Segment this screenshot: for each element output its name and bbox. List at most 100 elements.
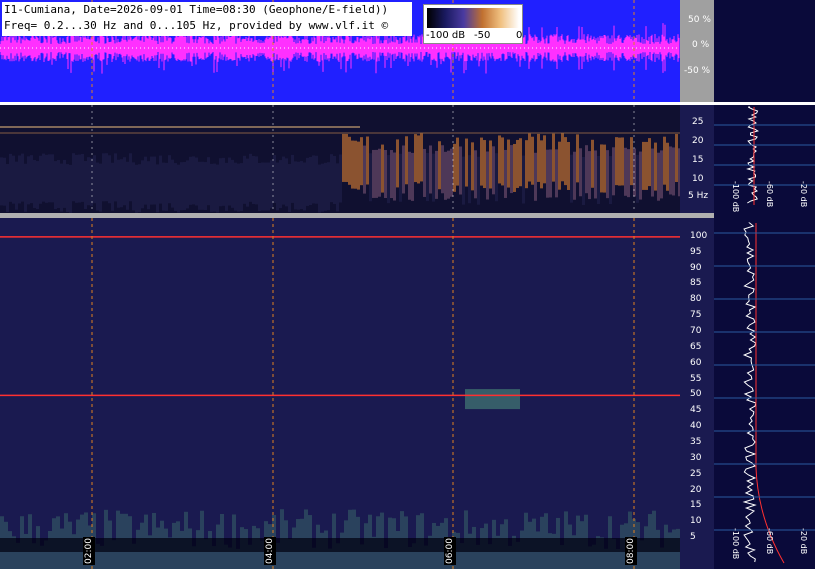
lf-band <box>195 157 198 206</box>
lf-band <box>540 140 543 189</box>
lf-band <box>93 155 96 204</box>
lf-band <box>276 162 279 211</box>
lf-band <box>546 149 549 198</box>
color-scale-label-max: 0 <box>516 30 523 41</box>
lf-band <box>75 154 78 203</box>
main-tick-50: 50 <box>690 389 702 400</box>
lf-tick-20: 20 <box>692 136 704 146</box>
lf-band <box>465 138 468 187</box>
lf-band <box>300 161 303 210</box>
main-tick-35: 35 <box>690 437 702 447</box>
main-side-tick-2: -60 dB <box>765 528 774 555</box>
lf-band <box>393 152 396 201</box>
lf-band <box>198 161 201 210</box>
lf-band <box>315 155 318 204</box>
lf-band <box>561 133 564 182</box>
lf-band <box>192 156 195 205</box>
lf-band <box>342 133 345 182</box>
lf-band <box>189 156 192 205</box>
lf-band <box>525 140 528 189</box>
lf-band <box>420 133 423 182</box>
main-tick-95: 95 <box>690 246 702 257</box>
lf-band <box>228 157 231 206</box>
lf-side-tick-2: -60 dB <box>765 181 774 208</box>
main-tick-60: 60 <box>690 357 702 368</box>
main-tick-75: 75 <box>690 310 702 321</box>
wave-tick-50: 50 % <box>688 15 711 25</box>
color-scale-label-mid: -50 <box>474 30 491 41</box>
lf-band <box>312 155 315 204</box>
lf-band <box>648 138 651 187</box>
lf-band <box>21 153 24 202</box>
lf-band <box>591 139 594 188</box>
lf-band <box>534 152 537 201</box>
lf-band <box>147 161 150 210</box>
lf-band <box>411 152 414 201</box>
main-tick-10: 10 <box>690 516 702 527</box>
main-tick-25: 25 <box>690 468 702 479</box>
lf-band <box>672 147 675 196</box>
lf-band <box>267 162 270 211</box>
lf-band <box>642 141 645 190</box>
lf-side-tick-3: -20 dB <box>799 181 808 208</box>
lf-band <box>36 161 39 210</box>
lf-spectrogram <box>0 105 681 213</box>
lf-band <box>552 133 555 182</box>
main-side-tick-3: -20 dB <box>799 528 808 555</box>
lf-band <box>435 150 438 199</box>
lf-band <box>264 162 267 211</box>
lf-band <box>567 141 570 190</box>
main-tick-85: 85 <box>690 278 702 289</box>
main-tick-90: 90 <box>690 262 702 273</box>
lf-band <box>429 145 432 194</box>
lf-band <box>297 161 300 210</box>
lf-band <box>0 157 3 206</box>
main-tick-100: 100 <box>690 230 708 241</box>
time-label-06:00: 06:00 <box>444 537 456 565</box>
lf-band <box>336 163 339 212</box>
lf-band <box>180 162 183 211</box>
time-label-04:00: 04:00 <box>264 537 276 565</box>
lf-band <box>129 153 132 202</box>
main-tick-30: 30 <box>690 452 702 463</box>
lf-band <box>423 148 426 197</box>
main-side-tick-1: -100 dB <box>731 528 740 560</box>
lf-band <box>126 161 129 210</box>
lf-band <box>42 153 45 202</box>
lf-band <box>606 150 609 199</box>
time-label-02:00: 02:00 <box>83 537 95 565</box>
lf-band <box>150 156 153 205</box>
main-tick-15: 15 <box>690 500 702 511</box>
lf-band <box>66 164 69 213</box>
lf-band <box>621 137 624 186</box>
lf-band <box>444 151 447 200</box>
lf-band <box>18 155 21 204</box>
lf-band <box>153 156 156 205</box>
lf-band <box>504 149 507 198</box>
lf-band <box>24 163 27 212</box>
lf-band <box>528 133 531 182</box>
waveform-axis: 50 % 0 % -50 % <box>680 0 714 102</box>
lf-band <box>495 153 498 202</box>
lf-band <box>309 157 312 206</box>
lf-band <box>96 162 99 211</box>
lf-band <box>600 144 603 193</box>
lf-spectrogram-panel <box>0 105 681 213</box>
lf-band <box>639 151 642 200</box>
lf-band <box>327 162 330 211</box>
lf-band <box>171 159 174 208</box>
lf-band <box>9 153 12 202</box>
lf-band <box>60 163 63 212</box>
lf-band <box>318 164 321 213</box>
lf-band <box>357 141 360 190</box>
lf-band <box>168 155 171 204</box>
lf-band <box>120 159 123 208</box>
main-spectrogram-panel <box>0 218 680 569</box>
lf-band <box>258 162 261 211</box>
lf-band <box>72 153 75 202</box>
lf-band <box>459 146 462 195</box>
lf-band <box>174 163 177 212</box>
lf-band <box>108 155 111 204</box>
header-line2: Freq= 0.2...30 Hz and 0...105 Hz, provid… <box>4 19 389 32</box>
lf-band <box>417 135 420 184</box>
